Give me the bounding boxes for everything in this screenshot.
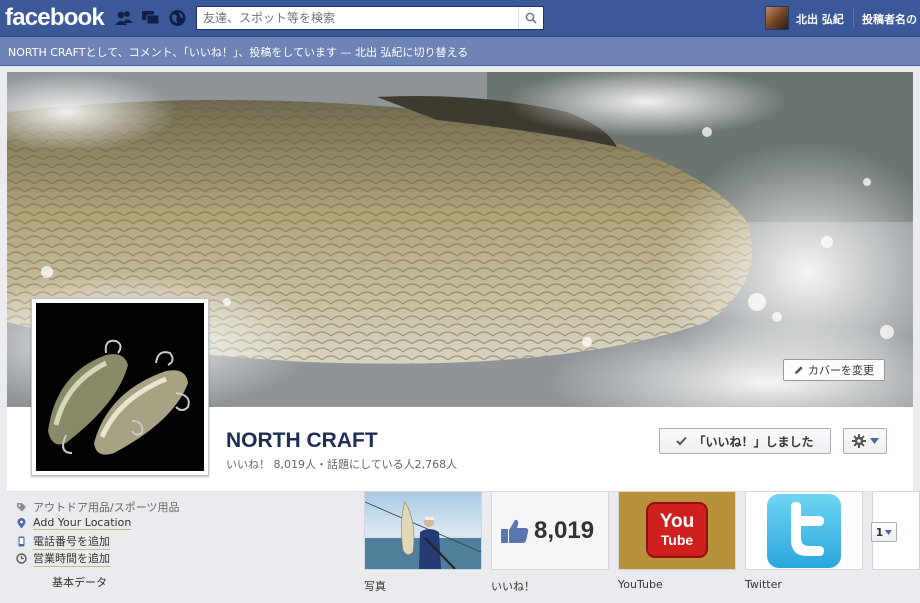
add-location-link[interactable]: Add Your Location xyxy=(33,516,132,530)
search-input[interactable] xyxy=(197,7,527,29)
info-hours-row: 営業時間を追加 xyxy=(16,550,110,567)
acting-as-page-bar: NORTH CRAFTとして、コメント、「いいね！」、投稿をしています — 北出… xyxy=(0,37,920,66)
gear-icon xyxy=(851,434,866,448)
change-cover-label: カバーを変更 xyxy=(808,364,874,377)
profile-picture[interactable] xyxy=(31,298,209,476)
youtube-tile[interactable]: You Tube xyxy=(618,491,736,570)
add-hours-link[interactable]: 営業時間を追加 xyxy=(33,550,110,567)
nav-divider xyxy=(853,8,854,28)
pencil-icon xyxy=(795,366,803,374)
chevron-down-icon xyxy=(869,438,879,444)
info-category-row: アウトドア用品/スポーツ用品 xyxy=(16,499,180,515)
more-apps-button[interactable]: 1 xyxy=(871,522,897,542)
acting-as-message: NORTH CRAFTとして、コメント、「いいね！」、投稿をしています — 北出… xyxy=(8,44,468,60)
likes-count-group: 8,019 xyxy=(500,517,594,545)
photos-tile[interactable] xyxy=(364,491,482,570)
add-phone-link[interactable]: 電話番号を追加 xyxy=(33,533,110,550)
youtube-logo-top: You xyxy=(659,511,695,532)
page-settings-button[interactable] xyxy=(843,428,887,454)
user-avatar[interactable] xyxy=(765,6,789,30)
switch-to-user-link[interactable]: 北出 弘紀に切り替える xyxy=(355,46,468,59)
checkmark-icon xyxy=(676,436,688,446)
info-phone-row: 電話番号を追加 xyxy=(16,533,110,550)
top-navigation-bar: facebook 北出 弘紀 投稿者名の xyxy=(0,0,920,37)
twitter-logo xyxy=(767,494,841,568)
twitter-tab-label[interactable]: Twitter xyxy=(745,578,782,591)
friend-requests-icon[interactable] xyxy=(114,9,133,27)
youtube-tab-label[interactable]: YouTube xyxy=(618,578,663,591)
facebook-logo[interactable]: facebook xyxy=(5,4,105,32)
photos-tab-label[interactable]: 写真 xyxy=(364,578,386,594)
tag-icon xyxy=(17,502,26,511)
liked-button[interactable]: 「いいね！」しました xyxy=(659,428,831,454)
clock-icon xyxy=(16,553,27,564)
page-title[interactable]: NORTH CRAFT xyxy=(226,429,378,453)
search-box[interactable] xyxy=(196,6,544,30)
photos-thumbnail xyxy=(365,492,481,569)
thumbs-up-icon xyxy=(501,519,529,543)
user-name-link[interactable]: 北出 弘紀 xyxy=(796,11,844,27)
more-apps-count: 1 xyxy=(875,525,884,539)
twitter-tile[interactable] xyxy=(745,491,863,570)
search-icon xyxy=(525,12,537,24)
change-cover-button[interactable]: カバーを変更 xyxy=(783,359,885,381)
youtube-logo: You Tube xyxy=(646,502,708,558)
notifications-globe-icon[interactable] xyxy=(168,9,187,27)
phone-icon xyxy=(18,536,25,547)
profile-picture-image xyxy=(36,303,204,471)
info-location-row: Add Your Location xyxy=(16,516,132,530)
youtube-logo-bottom: Tube xyxy=(660,532,694,548)
acting-as-text: NORTH CRAFTとして、コメント、「いいね！」、投稿をしています — xyxy=(8,46,356,59)
page-stats: いいね！ 8,019人・話題にしている人2,768人 xyxy=(226,458,458,471)
search-button[interactable] xyxy=(518,7,543,29)
likes-tile[interactable]: 8,019 xyxy=(491,491,609,570)
likes-tab-label[interactable]: いいね！ xyxy=(491,578,535,594)
basic-data-link[interactable]: 基本データ xyxy=(52,574,107,590)
posting-as-menu[interactable]: 投稿者名の xyxy=(862,11,917,27)
liked-button-label: 「いいね！」しました xyxy=(693,434,814,449)
chevron-down-icon xyxy=(885,529,893,535)
page-category: アウトドア用品/スポーツ用品 xyxy=(33,501,180,514)
location-pin-icon xyxy=(17,517,26,528)
likes-count: 8,019 xyxy=(534,517,595,544)
messages-icon[interactable] xyxy=(141,9,160,27)
